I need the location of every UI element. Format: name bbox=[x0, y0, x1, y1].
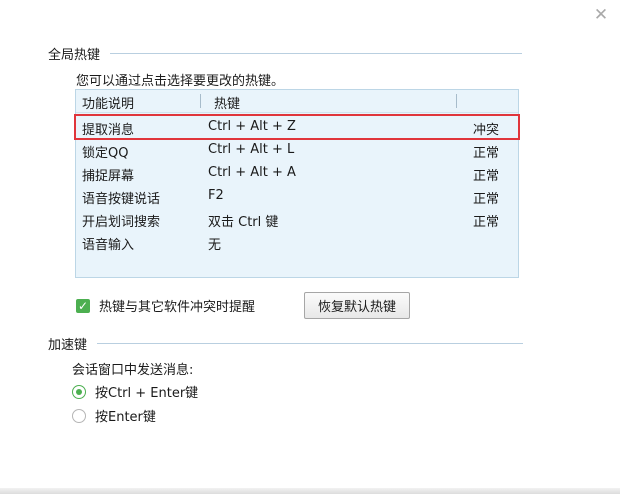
row-hotkey: Ctrl + Alt + A bbox=[208, 165, 296, 180]
column-header-function[interactable]: 功能说明 bbox=[82, 93, 134, 112]
row-function: 锁定QQ bbox=[82, 146, 129, 161]
row-hotkey: Ctrl + Alt + L bbox=[208, 142, 295, 157]
table-row[interactable]: 语音输入 无 bbox=[76, 231, 518, 253]
radio-button[interactable] bbox=[72, 408, 86, 423]
column-separator[interactable] bbox=[456, 94, 457, 108]
accelerator-header: 加速键 bbox=[48, 334, 524, 353]
conflict-reminder-option[interactable]: ✓ 热键与其它软件冲突时提醒 bbox=[76, 296, 255, 315]
global-hotkeys-header: 全局热键 bbox=[48, 44, 523, 63]
table-row[interactable]: 语音按键说话 F2 正常 bbox=[76, 185, 518, 207]
radio-label[interactable]: 按Ctrl + Enter键 bbox=[95, 382, 198, 401]
table-row[interactable]: 捕捉屏幕 Ctrl + Alt + A 正常 bbox=[76, 162, 518, 184]
global-hotkeys-title: 全局热键 bbox=[48, 48, 101, 63]
row-hotkey: Ctrl + Alt + Z bbox=[208, 119, 296, 134]
send-message-label: 会话窗口中发送消息: bbox=[72, 363, 194, 378]
accelerator-title: 加速键 bbox=[48, 338, 88, 353]
row-hotkey: 无 bbox=[208, 238, 222, 253]
row-function: 语音输入 bbox=[82, 238, 135, 253]
row-hotkey: F2 bbox=[208, 188, 224, 203]
section-divider bbox=[110, 53, 523, 54]
row-function: 语音按键说话 bbox=[82, 192, 161, 207]
close-icon[interactable]: ✕ bbox=[592, 5, 610, 25]
hotkey-table: 功能说明 热键 提取消息 Ctrl + Alt + Z 冲突 锁定QQ Ctrl… bbox=[74, 89, 520, 278]
radio-label[interactable]: 按Enter键 bbox=[95, 406, 156, 425]
section-divider bbox=[97, 343, 524, 344]
row-status: 冲突 bbox=[473, 123, 500, 138]
hotkey-hint: 您可以通过点击选择要更改的热键。 bbox=[76, 74, 285, 89]
row-function: 开启划词搜索 bbox=[82, 215, 161, 230]
row-hotkey: 双击 Ctrl 键 bbox=[208, 215, 279, 230]
row-status: 正常 bbox=[473, 192, 500, 207]
table-row[interactable]: 锁定QQ Ctrl + Alt + L 正常 bbox=[76, 139, 518, 161]
restore-default-button[interactable]: 恢复默认热键 bbox=[304, 292, 410, 319]
table-row[interactable]: 开启划词搜索 双击 Ctrl 键 正常 bbox=[76, 208, 518, 230]
bottom-edge bbox=[0, 488, 620, 494]
radio-option-enter[interactable]: 按Enter键 bbox=[72, 406, 156, 425]
row-status: 正常 bbox=[473, 215, 500, 230]
radio-button[interactable] bbox=[72, 384, 86, 399]
column-separator[interactable] bbox=[200, 94, 201, 108]
conflict-reminder-checkbox[interactable]: ✓ bbox=[76, 298, 90, 313]
row-function: 提取消息 bbox=[82, 123, 135, 138]
table-row[interactable]: 提取消息 Ctrl + Alt + Z 冲突 bbox=[74, 114, 520, 140]
row-status: 正常 bbox=[473, 146, 500, 161]
row-status: 正常 bbox=[473, 169, 500, 184]
conflict-reminder-label[interactable]: 热键与其它软件冲突时提醒 bbox=[99, 296, 255, 315]
row-function: 捕捉屏幕 bbox=[82, 169, 135, 184]
radio-option-ctrl-enter[interactable]: 按Ctrl + Enter键 bbox=[72, 382, 198, 401]
table-header: 功能说明 热键 bbox=[76, 90, 518, 113]
column-header-hotkey[interactable]: 热键 bbox=[214, 93, 240, 112]
